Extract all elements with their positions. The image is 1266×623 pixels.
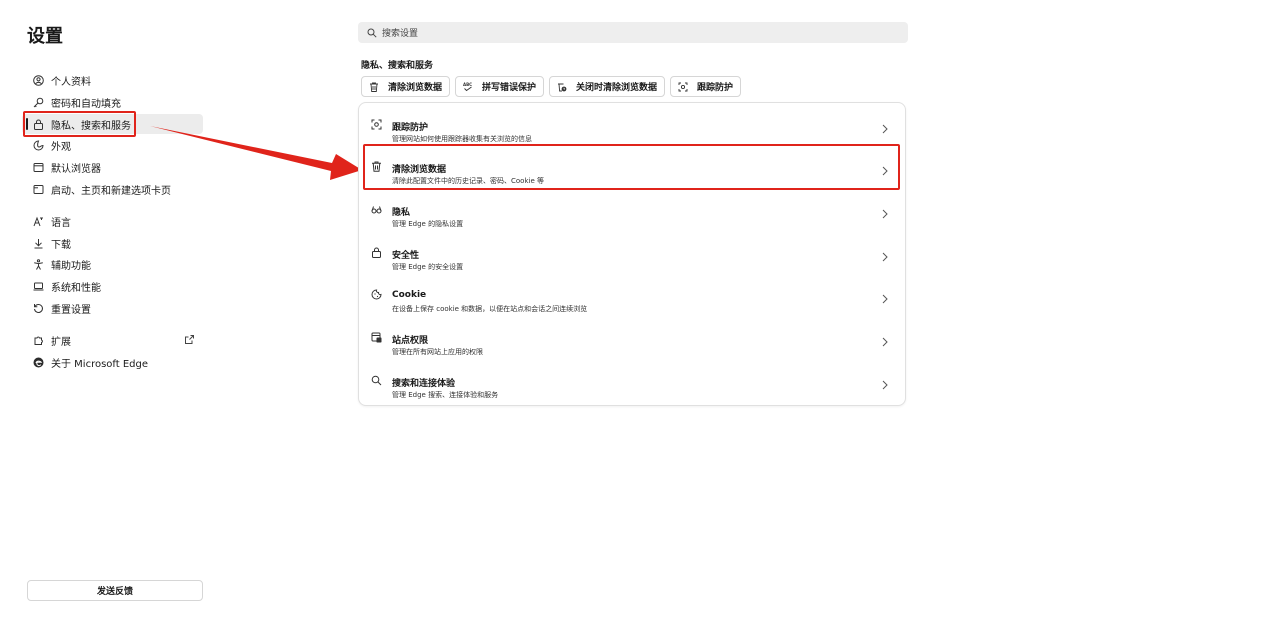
chevron-right-icon: [881, 337, 889, 347]
chevron-right-icon: [881, 166, 889, 176]
row-privacy[interactable]: 隐私 管理 Edge 的隐私设置: [359, 193, 905, 235]
row-title: 跟踪防护: [392, 123, 429, 133]
tracking-icon: [678, 82, 688, 92]
row-clear-browsing-data[interactable]: 清除浏览数据 清除此配置文件中的历史记录、密码、Cookie 等: [359, 150, 905, 192]
search-placeholder: 搜索设置: [382, 29, 419, 39]
chip-clear-browsing-data[interactable]: 清除浏览数据: [361, 76, 451, 97]
chip-clear-on-close[interactable]: 关闭时清除浏览数据: [549, 76, 666, 97]
chevron-right-icon: [881, 380, 889, 390]
row-title: 隐私: [392, 208, 411, 218]
row-description: 管理在所有网站上应用的权限: [392, 348, 483, 356]
chip-label: 清除浏览数据: [388, 83, 443, 93]
search-input[interactable]: 搜索设置: [358, 22, 908, 43]
lock-icon: [371, 247, 382, 258]
spellcheck-icon: ABC: [463, 82, 473, 92]
row-description: 清除此配置文件中的历史记录、密码、Cookie 等: [392, 177, 544, 185]
row-cookies[interactable]: Cookie 在设备上保存 cookie 和数据，以便在站点和会话之间连续浏览: [359, 278, 905, 320]
chevron-right-icon: [881, 294, 889, 304]
chip-typo-protection[interactable]: ABC 拼写错误保护: [455, 76, 545, 97]
row-title: 搜索和连接体验: [392, 379, 456, 389]
chip-tracking-prevention[interactable]: 跟踪防护: [670, 76, 742, 97]
search-icon: [371, 375, 382, 386]
section-title: 隐私、搜索和服务: [361, 61, 434, 71]
row-title: Cookie: [392, 290, 427, 300]
row-title: 站点权限: [392, 336, 429, 346]
row-description: 管理 Edge 的安全设置: [392, 263, 464, 271]
glasses-icon: [371, 204, 382, 215]
cookie-icon: [371, 289, 382, 300]
chevron-right-icon: [881, 124, 889, 134]
row-title: 安全性: [392, 251, 420, 261]
trash-icon: [371, 161, 382, 172]
trash-icon: [369, 82, 379, 92]
search-icon: [367, 28, 377, 38]
row-tracking-prevention[interactable]: 跟踪防护 管理网站如何使用跟踪器收集有关浏览的信息: [359, 108, 905, 150]
row-site-permissions[interactable]: 站点权限 管理在所有网站上应用的权限: [359, 321, 905, 363]
chip-label: 关闭时清除浏览数据: [576, 83, 658, 93]
row-description: 管理 Edge 搜索、连接体验和服务: [392, 391, 499, 399]
svg-text:ABC: ABC: [463, 82, 472, 87]
quick-links: 清除浏览数据 ABC 拼写错误保护 关闭时清除浏览数据 跟踪防护: [361, 76, 742, 97]
chevron-right-icon: [881, 252, 889, 262]
tracking-icon: [371, 119, 382, 130]
row-description: 管理 Edge 的隐私设置: [392, 220, 464, 228]
row-security[interactable]: 安全性 管理 Edge 的安全设置: [359, 236, 905, 278]
row-description: 管理网站如何使用跟踪器收集有关浏览的信息: [392, 135, 532, 143]
chip-label: 跟踪防护: [697, 83, 734, 93]
site-permissions-icon: [371, 332, 382, 343]
row-search-connected[interactable]: 搜索和连接体验 管理 Edge 搜索、连接体验和服务: [359, 364, 905, 406]
privacy-settings-card: 跟踪防护 管理网站如何使用跟踪器收集有关浏览的信息 清除浏览数据 清除此配置文件…: [358, 102, 906, 406]
chip-label: 拼写错误保护: [482, 83, 537, 93]
settings-window: 设置 个人资料 密码和自动填充 隐私、搜索和服务 外观 默认浏览器 启动、主页和…: [0, 0, 1266, 623]
row-description: 在设备上保存 cookie 和数据，以便在站点和会话之间连续浏览: [392, 305, 588, 313]
row-title: 清除浏览数据: [392, 165, 447, 175]
trash-clock-icon: [557, 82, 567, 92]
chevron-right-icon: [881, 209, 889, 219]
